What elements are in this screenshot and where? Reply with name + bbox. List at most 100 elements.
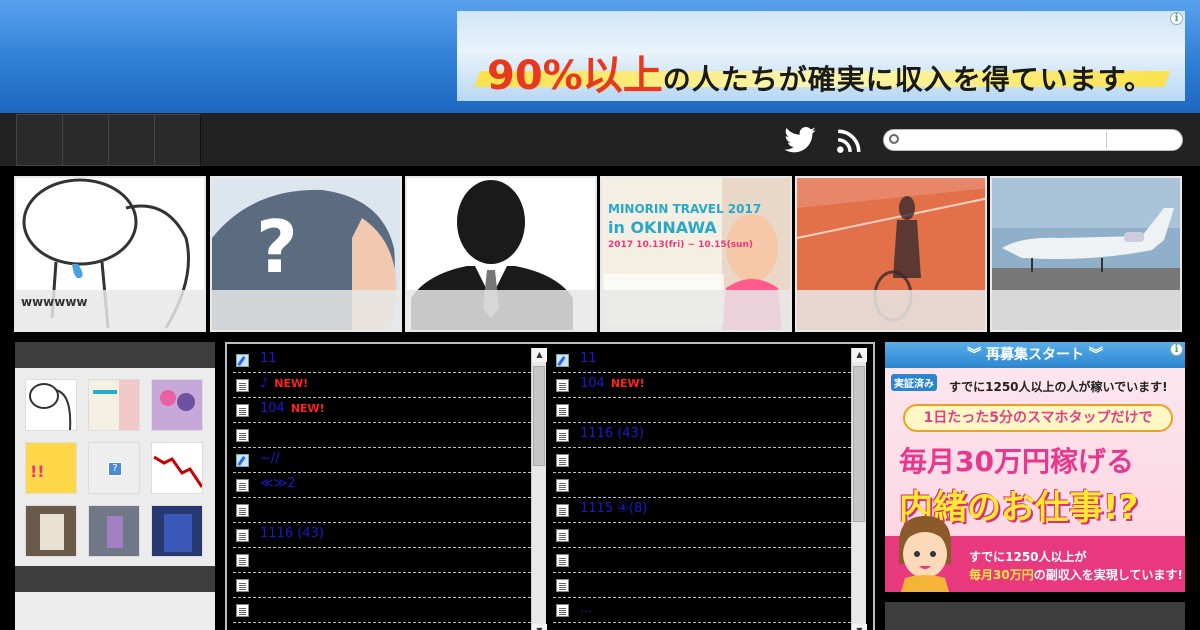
- mini-thumb-3[interactable]: [151, 379, 203, 431]
- feed-row-text: 104: [580, 376, 605, 391]
- thumbnail-card-4[interactable]: MINORIN TRAVEL 2017 in OKINAWA 2017 10.1…: [600, 176, 792, 332]
- document-icon: [236, 604, 249, 617]
- nav-tab-2[interactable]: [62, 114, 109, 166]
- document-icon: [556, 554, 569, 567]
- new-badge: NEW!: [610, 377, 645, 390]
- feed-row-title[interactable]: 104 NEW!: [260, 401, 325, 416]
- cartoon-face-image: [899, 516, 951, 592]
- feed-scrollbar-right[interactable]: ▲ ▼: [851, 348, 867, 630]
- feed-row-text: 11: [580, 351, 597, 366]
- mini-thumb-9[interactable]: [151, 505, 203, 557]
- search-input[interactable]: [904, 132, 1100, 148]
- feed-row[interactable]: 1115 ④(8): [553, 498, 851, 523]
- mini-thumb-2[interactable]: [88, 379, 140, 431]
- feed-row-title[interactable]: ~//: [260, 451, 280, 466]
- scroll-down-arrow[interactable]: ▼: [852, 624, 867, 630]
- document-icon: [556, 454, 569, 467]
- feed-row-title[interactable]: ...: [580, 601, 592, 616]
- feed-row[interactable]: [233, 548, 531, 573]
- feed-row[interactable]: [233, 423, 531, 448]
- mini-thumb-7[interactable]: [25, 505, 77, 557]
- feed-row[interactable]: 104 NEW!: [233, 398, 531, 423]
- ad-footer-line-2: 毎月30万円の副収入を実現しています!: [969, 566, 1183, 583]
- thumbnail-card-1[interactable]: wwwwww: [14, 176, 206, 332]
- feed-row[interactable]: [233, 498, 531, 523]
- scroll-thumb[interactable]: [853, 366, 865, 522]
- news-feed-panel: 11 ♪ NEW! 104 NEW! ~// ≪≫2 1116 (43) ▲ ▼ 11 104 N…: [225, 342, 875, 630]
- feed-row[interactable]: [553, 398, 851, 423]
- feed-row[interactable]: ...: [553, 598, 851, 623]
- feather-icon: [236, 454, 249, 467]
- feed-row[interactable]: [553, 523, 851, 548]
- thumbnail-card-6[interactable]: [990, 176, 1182, 332]
- top-banner-ad[interactable]: 90%以上の人たちが確実に収入を得ています。 i: [457, 11, 1185, 101]
- nav-tab-4[interactable]: [154, 114, 201, 166]
- thumbnail-caption-4: [602, 290, 790, 330]
- feed-row[interactable]: 11: [233, 348, 531, 373]
- ad-info-icon[interactable]: i: [1170, 12, 1183, 25]
- ad-headline-rest: の人たちが確実に収入を得ています。: [662, 63, 1153, 96]
- feed-row[interactable]: ♪ NEW!: [233, 373, 531, 398]
- sidebar-ad[interactable]: ︾ 再募集スタート ︾ i 実証済み すでに1250人以上の人が稼いでいます! …: [885, 342, 1185, 592]
- nav-tab-1[interactable]: [16, 114, 63, 166]
- ad-footer-line-1: すでに1250人以上が: [969, 550, 1087, 564]
- mini-thumb-5[interactable]: ?: [88, 442, 140, 494]
- feed-row[interactable]: [233, 573, 531, 598]
- feed-row[interactable]: 1116 (43): [553, 423, 851, 448]
- feed-column-left[interactable]: 11 ♪ NEW! 104 NEW! ~// ≪≫2 1116 (43): [229, 348, 539, 630]
- left-sidebar-header: [15, 342, 215, 368]
- feed-scrollbar-left[interactable]: ▲ ▼: [531, 348, 547, 630]
- ad-banner: ︾ 再募集スタート ︾: [885, 342, 1185, 368]
- feed-row-text: ~//: [260, 451, 280, 466]
- document-icon: [556, 379, 569, 392]
- document-icon: [236, 404, 249, 417]
- ad-info-icon[interactable]: i: [1170, 343, 1183, 356]
- svg-text:?: ?: [256, 205, 298, 289]
- feed-row[interactable]: 104 NEW!: [553, 373, 851, 398]
- document-icon: [236, 429, 249, 442]
- document-icon: [236, 479, 249, 492]
- scroll-thumb[interactable]: [533, 366, 545, 466]
- new-badge: NEW!: [274, 377, 309, 390]
- twitter-icon[interactable]: [784, 127, 816, 153]
- document-icon: [556, 404, 569, 417]
- feed-row[interactable]: ≪≫2: [233, 473, 531, 498]
- document-icon: [556, 604, 569, 617]
- feed-row[interactable]: ~//: [233, 448, 531, 473]
- feed-row[interactable]: [553, 573, 851, 598]
- feed-row-title[interactable]: 1115 ④(8): [580, 501, 647, 516]
- left-sidebar-body-2: [15, 592, 215, 630]
- scroll-up-arrow[interactable]: ▲: [532, 348, 547, 362]
- feed-row-title[interactable]: 11: [260, 351, 277, 366]
- mini-thumb-6[interactable]: [151, 442, 203, 494]
- feed-row[interactable]: 1116 (43): [233, 523, 531, 548]
- feed-row[interactable]: [553, 548, 851, 573]
- left-sidebar-gallery: !! ?: [15, 368, 215, 566]
- scroll-up-arrow[interactable]: ▲: [852, 348, 867, 362]
- feed-row-title[interactable]: ≪≫2: [260, 476, 296, 491]
- nav-tab-3[interactable]: [108, 114, 155, 166]
- feed-column-right[interactable]: 11 104 NEW! 1116 (43) 1115 ④(8)...: [549, 348, 859, 630]
- feed-row-title[interactable]: 11: [580, 351, 597, 366]
- mini-thumb-8[interactable]: [88, 505, 140, 557]
- thumbnail-card-5[interactable]: [795, 176, 987, 332]
- feed-row-title[interactable]: ♪ NEW!: [260, 376, 308, 391]
- thumbnail-card-2[interactable]: ?: [210, 176, 402, 332]
- ad-headline: 90%以上の人たちが確実に収入を得ています。: [487, 43, 1153, 101]
- feed-row-title[interactable]: 1116 (43): [260, 526, 324, 541]
- feed-row[interactable]: [553, 448, 851, 473]
- feed-row[interactable]: 11: [553, 348, 851, 373]
- feed-row[interactable]: [553, 473, 851, 498]
- mini-thumb-1[interactable]: [25, 379, 77, 431]
- left-sidebar-header-2: [15, 566, 215, 592]
- svg-text:!!: !!: [30, 462, 45, 481]
- feed-row-text: ...: [580, 601, 593, 616]
- feather-icon: [236, 354, 249, 367]
- scroll-down-arrow[interactable]: ▼: [532, 624, 547, 630]
- thumbnail-card-3[interactable]: [405, 176, 597, 332]
- feed-row-title[interactable]: 1116 (43): [580, 426, 644, 441]
- feed-row-title[interactable]: 104 NEW!: [580, 376, 645, 391]
- rss-icon[interactable]: [836, 128, 862, 154]
- feed-row[interactable]: [233, 598, 531, 623]
- mini-thumb-4[interactable]: !!: [25, 442, 77, 494]
